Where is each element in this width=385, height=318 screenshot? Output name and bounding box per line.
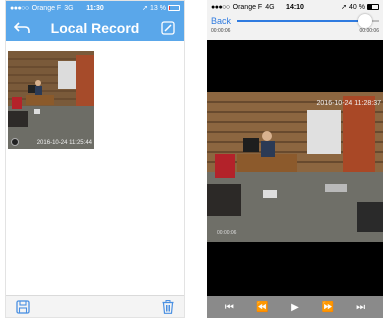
skip-forward-icon[interactable]: ⏭ [351,298,371,316]
playback-screen: ●●●○○ Orange F 4G 14:10 ➚ 40 % Back 00:0… [207,0,383,318]
rewind-icon[interactable]: ⏪ [252,298,272,316]
playback-header: ●●●○○ Orange F 4G 14:10 ➚ 40 % Back 00:0… [207,0,383,40]
back-button[interactable]: Back [211,16,231,26]
battery-percent: 40 % [349,3,365,11]
local-record-screen: ●●●○○ Orange F 3G 11:30 ➚ 13 % Local Rec… [5,0,185,318]
app-screenshot: ●●●○○ Orange F 3G 11:30 ➚ 13 % Local Rec… [0,0,385,318]
location-icon: ➚ [142,5,149,12]
status-bar: ●●●○○ Orange F 4G 14:10 ➚ 40 % [207,0,383,14]
recording-thumbnail[interactable]: 2016-10-24 11:25:44 [8,51,94,149]
skip-back-icon[interactable]: ⏮ [219,298,239,316]
save-icon[interactable] [16,299,30,314]
network-label: 4G [265,3,275,11]
video-timestamp: 2016-10-24 11:28:37 [316,100,381,107]
current-time: 00:00:06 [211,28,231,34]
bottom-toolbar [6,295,184,317]
page-title: Local Record [50,20,140,36]
signal-icon: ●●●○○ [10,4,29,12]
playback-controls: ⏮ ⏪ ▶ ⏩ ⏭ [207,296,383,318]
back-arrow-icon[interactable] [12,18,32,38]
nav-bar: Local Record [6,15,184,41]
signal-icon: ●●●○○ [211,3,230,11]
recording-list: 2016-10-24 11:25:44 [6,41,184,297]
trash-icon[interactable] [162,299,174,314]
seek-handle[interactable] [357,14,372,28]
clock: 14:10 [286,3,304,11]
play-icon[interactable]: ▶ [285,298,305,316]
fast-forward-icon[interactable]: ⏩ [318,298,338,316]
video-frame[interactable]: 2016-10-24 11:28:37 00:00:06 [207,92,383,242]
clock: 11:30 [86,4,104,12]
seek-row: Back [207,14,383,28]
time-readout: 00:00:06 00:00:06 [207,28,383,38]
carrier-label: Orange F [31,4,62,12]
battery-icon [168,5,180,11]
total-time: 00:00:06 [359,28,379,34]
seek-slider[interactable] [237,14,379,28]
video-tag: 00:00:06 [217,230,237,236]
carrier-label: Orange F [232,3,263,11]
edit-icon[interactable] [158,18,178,38]
location-icon: ➚ [341,4,348,11]
record-icon [11,138,19,146]
status-bar: ●●●○○ Orange F 3G 11:30 ➚ 13 % [6,1,184,15]
battery-icon [367,4,379,10]
seek-progress [237,20,365,22]
recording-timestamp: 2016-10-24 11:25:44 [36,140,92,146]
battery-percent: 13 % [150,4,166,12]
network-label: 3G [64,4,74,12]
header: ●●●○○ Orange F 3G 11:30 ➚ 13 % Local Rec… [6,1,184,41]
